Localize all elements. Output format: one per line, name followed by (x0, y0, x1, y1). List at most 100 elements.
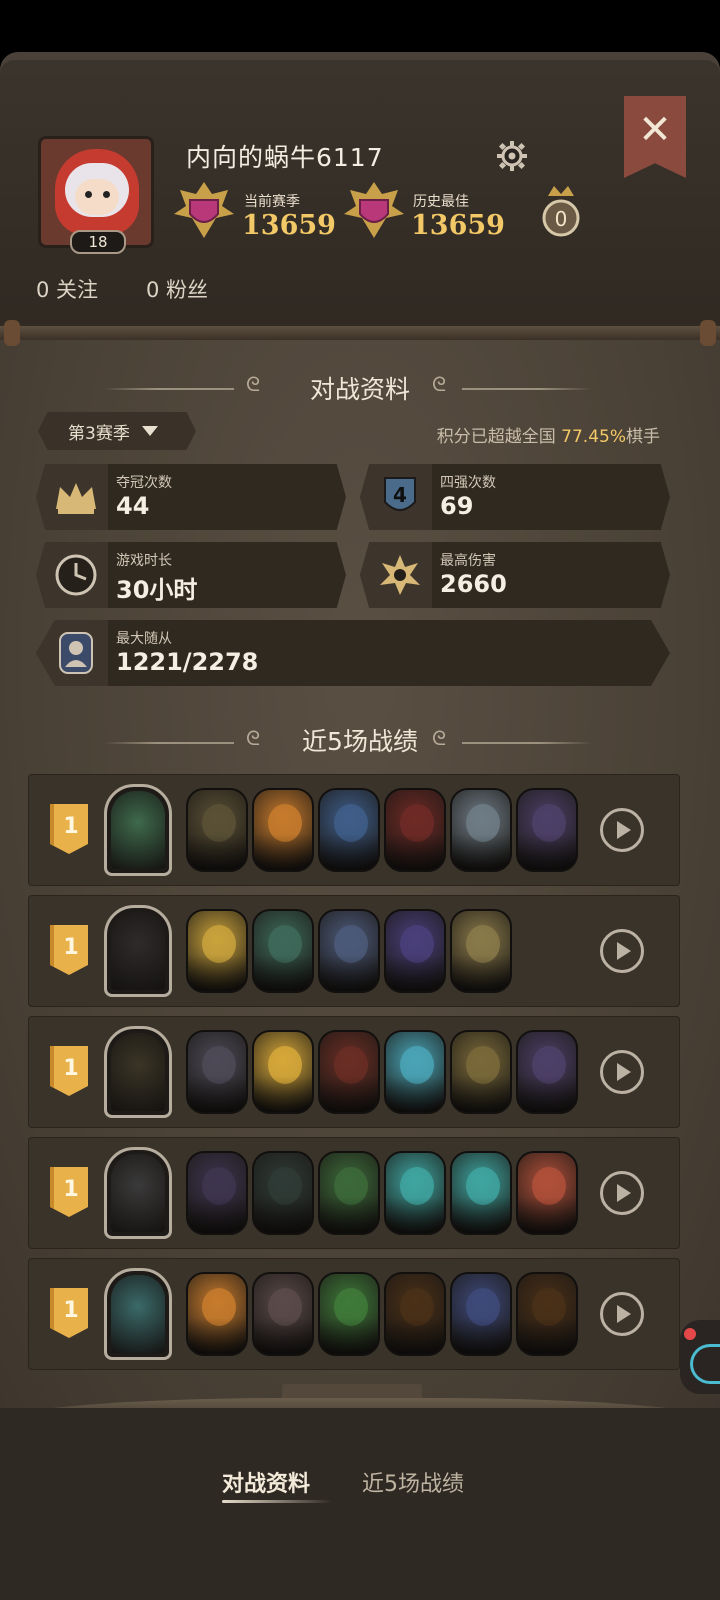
unit-card[interactable] (252, 1151, 314, 1235)
unit-card[interactable] (516, 788, 578, 872)
placement-badge: 1 (50, 1046, 88, 1096)
unit-card[interactable] (450, 788, 512, 872)
hero-portrait[interactable] (104, 784, 172, 876)
floating-side-tab[interactable] (680, 1320, 720, 1394)
stat-max-minion: 最大随从 1221/2278 (36, 620, 670, 686)
play-icon (617, 1063, 631, 1081)
replay-button[interactable] (600, 1171, 644, 1215)
crown-icon: 0 (542, 186, 580, 237)
unit-card[interactable] (186, 1272, 248, 1356)
match-row[interactable]: 1 (28, 1016, 680, 1128)
ring-icon (690, 1344, 720, 1384)
swirl-icon: ᘓ (432, 726, 447, 750)
match-row[interactable]: 1 (28, 895, 680, 1007)
unit-card[interactable] (516, 1151, 578, 1235)
unit-card[interactable] (450, 1272, 512, 1356)
minion-icon (59, 632, 93, 674)
stat-value: 69 (440, 492, 474, 520)
placement-badge: 1 (50, 804, 88, 854)
stat-champion: 夺冠次数 44 (36, 464, 346, 530)
bottom-nav (0, 1408, 720, 1600)
burst-icon (380, 555, 420, 595)
unit-card[interactable] (186, 1030, 248, 1114)
chevron-down-icon (141, 426, 158, 436)
stat-label: 最高伤害 (440, 553, 496, 569)
close-icon: ✕ (638, 107, 672, 153)
scroll-rod (0, 326, 720, 340)
unit-card[interactable] (252, 1030, 314, 1114)
hero-portrait[interactable] (104, 1026, 172, 1118)
placement-badge: 1 (50, 1288, 88, 1338)
unit-card[interactable] (318, 909, 380, 993)
tab-battle-data[interactable]: 对战资料 (222, 1466, 310, 1498)
best-label: 历史最佳 (413, 194, 469, 210)
hero-portrait[interactable] (104, 905, 172, 997)
replay-button[interactable] (600, 808, 644, 852)
match-row[interactable]: 1 (28, 1258, 680, 1370)
match-row[interactable]: 1 (28, 1137, 680, 1249)
play-icon (617, 1184, 631, 1202)
scroll-rod-cap-left (4, 320, 20, 346)
unit-card[interactable] (516, 1272, 578, 1356)
shield-four-icon: 4 (384, 477, 416, 511)
stat-value: 1221/2278 (116, 648, 259, 676)
season-rank-icon (174, 182, 234, 238)
unit-card[interactable] (318, 1151, 380, 1235)
unit-card[interactable] (186, 788, 248, 872)
divider-right (462, 388, 592, 390)
fans-count[interactable]: 0 粉丝 (146, 274, 208, 304)
gear-icon[interactable] (496, 140, 528, 172)
unit-card[interactable] (384, 1030, 446, 1114)
stat-label: 最大随从 (116, 631, 172, 647)
play-icon (617, 821, 631, 839)
scroll-rod-cap-right (700, 320, 716, 346)
best-score: 13659 (411, 210, 505, 241)
svg-text:4: 4 (393, 483, 407, 507)
replay-button[interactable] (600, 1292, 644, 1336)
match-row[interactable]: 1 (28, 774, 680, 886)
current-season-score: 13659 (242, 210, 336, 241)
unit-card[interactable] (186, 909, 248, 993)
unit-card[interactable] (186, 1151, 248, 1235)
stat-playtime: 游戏时长 30小时 (36, 542, 346, 608)
unit-card[interactable] (252, 909, 314, 993)
replay-button[interactable] (600, 929, 644, 973)
level-badge: 18 (70, 230, 126, 254)
season-select-label: 第3赛季 (68, 423, 130, 444)
unit-card[interactable] (516, 1030, 578, 1114)
hero-portrait[interactable] (104, 1268, 172, 1360)
play-icon (617, 942, 631, 960)
unit-card[interactable] (318, 1272, 380, 1356)
unit-card[interactable] (384, 1151, 446, 1235)
username: 内向的蜗牛6117 (186, 143, 384, 172)
placement-badge: 1 (50, 1167, 88, 1217)
crown-icon (56, 483, 96, 514)
unit-card[interactable] (384, 909, 446, 993)
replay-button[interactable] (600, 1050, 644, 1094)
unit-card[interactable] (450, 909, 512, 993)
swirl-icon: ᘓ (432, 372, 447, 396)
unit-card[interactable] (450, 1030, 512, 1114)
unit-card[interactable] (384, 1272, 446, 1356)
follow-count[interactable]: 0 关注 (36, 274, 98, 304)
best-rank-icon (344, 182, 404, 238)
recent-section-title: 近5场战绩 (302, 727, 418, 756)
tab-recent-matches[interactable]: 近5场战绩 (362, 1466, 464, 1498)
unit-card[interactable] (450, 1151, 512, 1235)
svg-text:0: 0 (555, 207, 568, 231)
stat-value: 44 (116, 492, 150, 520)
unit-card[interactable] (384, 788, 446, 872)
unit-card[interactable] (252, 1272, 314, 1356)
season-select[interactable]: 第3赛季 (38, 412, 196, 450)
hero-portrait[interactable] (104, 1147, 172, 1239)
placement-badge: 1 (50, 925, 88, 975)
rank-percentile: 积分已超越全国 77.45%棋手 (436, 427, 660, 447)
unit-card[interactable] (318, 1030, 380, 1114)
stat-max-damage: 最高伤害 2660 (360, 542, 670, 608)
unit-card[interactable] (318, 788, 380, 872)
stat-label: 夺冠次数 (116, 475, 172, 491)
stat-top4: 4 四强次数 69 (360, 464, 670, 530)
clock-icon (55, 554, 97, 596)
stat-value: 2660 (440, 570, 507, 598)
unit-card[interactable] (252, 788, 314, 872)
